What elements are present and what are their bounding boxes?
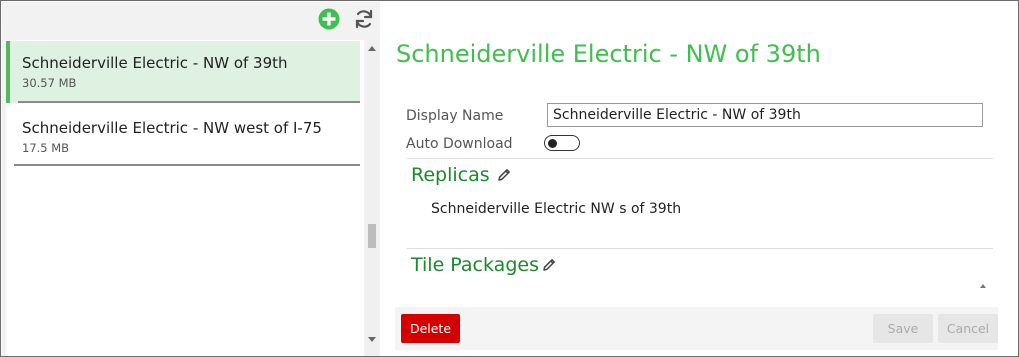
refresh-icon[interactable] — [352, 7, 376, 31]
scroll-up-icon[interactable] — [980, 284, 986, 288]
display-name-field[interactable] — [547, 103, 983, 127]
page-title: Schneiderville Electric - NW of 39th — [396, 40, 821, 68]
app-window: Schneiderville Electric - NW of 39th 30.… — [0, 0, 1019, 357]
display-name-label: Display Name — [406, 108, 504, 124]
list-toolbar — [2, 2, 380, 38]
auto-download-label: Auto Download — [406, 136, 513, 152]
list-item[interactable]: Schneiderville Electric - NW of 39th 30.… — [6, 41, 360, 103]
save-button[interactable]: Save — [873, 314, 933, 343]
list-scrollbar[interactable] — [365, 40, 379, 356]
edit-tile-packages-pencil-icon[interactable] — [541, 257, 557, 273]
detail-pane: Schneiderville Electric - NW of 39th Dis… — [381, 2, 1018, 356]
add-icon[interactable] — [317, 7, 341, 31]
list-item-title: Schneiderville Electric - NW of 39th — [22, 54, 288, 72]
scroll-down-icon[interactable] — [368, 337, 376, 342]
divider — [407, 248, 993, 249]
list-item-size: 17.5 MB — [22, 141, 70, 155]
action-bar: Delete Save Cancel — [395, 307, 998, 350]
scroll-thumb[interactable] — [368, 224, 376, 248]
edit-replicas-pencil-icon[interactable] — [496, 167, 512, 183]
replicas-heading: Replicas — [411, 164, 490, 186]
auto-download-toggle[interactable] — [544, 135, 580, 151]
delete-button[interactable]: Delete — [401, 314, 460, 343]
list-item-size: 30.57 MB — [22, 76, 77, 90]
scroll-up-icon[interactable] — [368, 46, 376, 51]
packages-pane: Schneiderville Electric - NW of 39th 30.… — [2, 2, 380, 356]
list-item-title: Schneiderville Electric - NW west of I-7… — [22, 119, 322, 137]
list-item[interactable]: Schneiderville Electric - NW west of I-7… — [6, 103, 360, 166]
toggle-knob — [548, 138, 557, 148]
replica-item: Schneiderville Electric NW s of 39th — [431, 201, 682, 217]
cancel-button[interactable]: Cancel — [938, 314, 998, 343]
divider — [407, 158, 993, 159]
list-item-divider — [14, 164, 360, 166]
package-list: Schneiderville Electric - NW of 39th 30.… — [6, 40, 364, 356]
tile-packages-heading: Tile Packages — [411, 254, 539, 276]
